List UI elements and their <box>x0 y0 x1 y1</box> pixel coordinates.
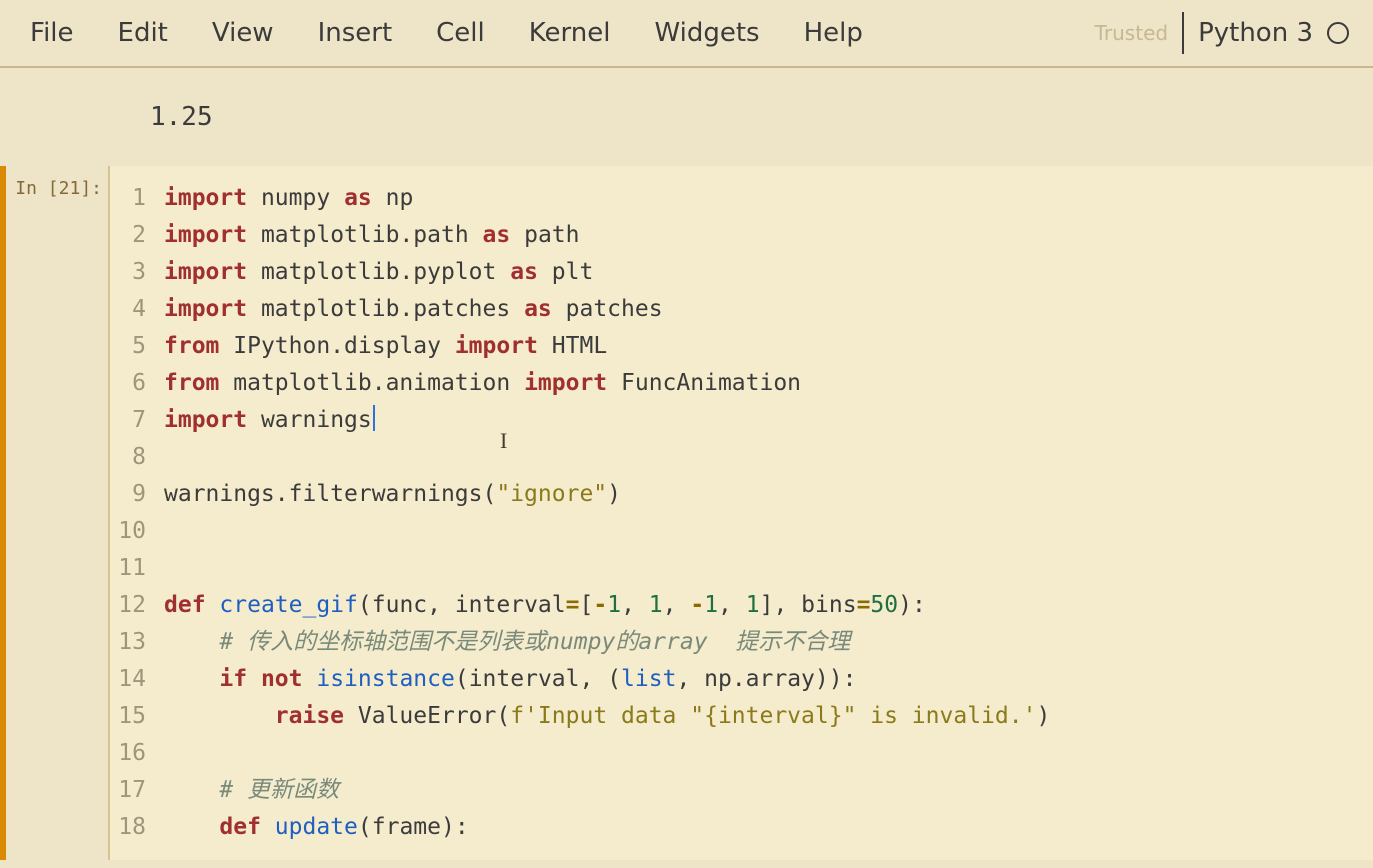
line-number: 16 <box>110 735 164 772</box>
notebook-area[interactable]: 1.25 In [21]: I 1import numpy as np2impo… <box>0 68 1373 860</box>
code-line[interactable]: 6from matplotlib.animation import FuncAn… <box>110 365 1373 402</box>
line-number: 12 <box>110 587 164 624</box>
code-line[interactable]: 5from IPython.display import HTML <box>110 328 1373 365</box>
code-content[interactable] <box>164 735 1373 772</box>
previous-output-text: 1.25 <box>0 68 1373 166</box>
code-line[interactable]: 8 <box>110 439 1373 476</box>
code-line[interactable]: 2import matplotlib.path as path <box>110 217 1373 254</box>
menu-cell[interactable]: Cell <box>436 18 485 48</box>
code-line[interactable]: 4import matplotlib.patches as patches <box>110 291 1373 328</box>
code-content[interactable]: raise ValueError(f'Input data "{interval… <box>164 698 1373 735</box>
line-number: 9 <box>110 476 164 513</box>
code-line[interactable]: 13 # 传入的坐标轴范围不是列表或numpy的array 提示不合理 <box>110 624 1373 661</box>
code-content[interactable] <box>164 439 1373 476</box>
menubar-items: File Edit View Insert Cell Kernel Widget… <box>30 18 863 48</box>
line-number: 18 <box>110 809 164 846</box>
code-content[interactable]: from matplotlib.animation import FuncAni… <box>164 365 1373 402</box>
kernel-status-icon[interactable] <box>1327 22 1349 44</box>
code-line[interactable]: 17 # 更新函数 <box>110 772 1373 809</box>
code-line[interactable]: 3import matplotlib.pyplot as plt <box>110 254 1373 291</box>
line-number: 3 <box>110 254 164 291</box>
menu-view[interactable]: View <box>212 18 274 48</box>
line-number: 11 <box>110 550 164 587</box>
code-line[interactable]: 15 raise ValueError(f'Input data "{inter… <box>110 698 1373 735</box>
code-line[interactable]: 14 if not isinstance(interval, (list, np… <box>110 661 1373 698</box>
menu-file[interactable]: File <box>30 18 74 48</box>
trusted-indicator[interactable]: Trusted <box>1095 21 1168 45</box>
code-content[interactable]: if not isinstance(interval, (list, np.ar… <box>164 661 1373 698</box>
code-content[interactable]: import warnings <box>164 402 1373 439</box>
code-line[interactable]: 11 <box>110 550 1373 587</box>
menu-help[interactable]: Help <box>804 18 863 48</box>
code-content[interactable]: import matplotlib.patches as patches <box>164 291 1373 328</box>
code-content[interactable]: import matplotlib.path as path <box>164 217 1373 254</box>
code-content[interactable] <box>164 550 1373 587</box>
code-line[interactable]: 1import numpy as np <box>110 180 1373 217</box>
line-number: 6 <box>110 365 164 402</box>
cell-prompt: In [21]: <box>6 166 108 860</box>
kernel-name[interactable]: Python 3 <box>1198 18 1313 48</box>
line-number: 5 <box>110 328 164 365</box>
code-line[interactable]: 7import warnings <box>110 402 1373 439</box>
separator <box>1182 12 1184 54</box>
caret <box>373 405 375 431</box>
line-number: 2 <box>110 217 164 254</box>
line-number: 17 <box>110 772 164 809</box>
menu-edit[interactable]: Edit <box>118 18 168 48</box>
code-line[interactable]: 9warnings.filterwarnings("ignore") <box>110 476 1373 513</box>
code-cell[interactable]: In [21]: I 1import numpy as np2import ma… <box>0 166 1373 860</box>
code-content[interactable]: import matplotlib.pyplot as plt <box>164 254 1373 291</box>
code-content[interactable]: def update(frame): <box>164 809 1373 846</box>
line-number: 14 <box>110 661 164 698</box>
line-number: 8 <box>110 439 164 476</box>
line-number: 15 <box>110 698 164 735</box>
menu-widgets[interactable]: Widgets <box>654 18 759 48</box>
code-content[interactable]: # 传入的坐标轴范围不是列表或numpy的array 提示不合理 <box>164 624 1373 661</box>
code-content[interactable]: warnings.filterwarnings("ignore") <box>164 476 1373 513</box>
code-line[interactable]: 16 <box>110 735 1373 772</box>
menu-kernel[interactable]: Kernel <box>529 18 611 48</box>
code-content[interactable]: # 更新函数 <box>164 772 1373 809</box>
line-number: 13 <box>110 624 164 661</box>
line-number: 4 <box>110 291 164 328</box>
code-content[interactable]: from IPython.display import HTML <box>164 328 1373 365</box>
line-number: 7 <box>110 402 164 439</box>
code-content[interactable]: def create_gif(func, interval=[-1, 1, -1… <box>164 587 1373 624</box>
code-line[interactable]: 12def create_gif(func, interval=[-1, 1, … <box>110 587 1373 624</box>
code-line[interactable]: 18 def update(frame): <box>110 809 1373 846</box>
code-editor[interactable]: I 1import numpy as np2import matplotlib.… <box>108 166 1373 860</box>
line-number: 1 <box>110 180 164 217</box>
menubar: File Edit View Insert Cell Kernel Widget… <box>0 0 1373 68</box>
code-content[interactable]: import numpy as np <box>164 180 1373 217</box>
code-content[interactable] <box>164 513 1373 550</box>
menu-insert[interactable]: Insert <box>318 18 393 48</box>
line-number: 10 <box>110 513 164 550</box>
code-line[interactable]: 10 <box>110 513 1373 550</box>
